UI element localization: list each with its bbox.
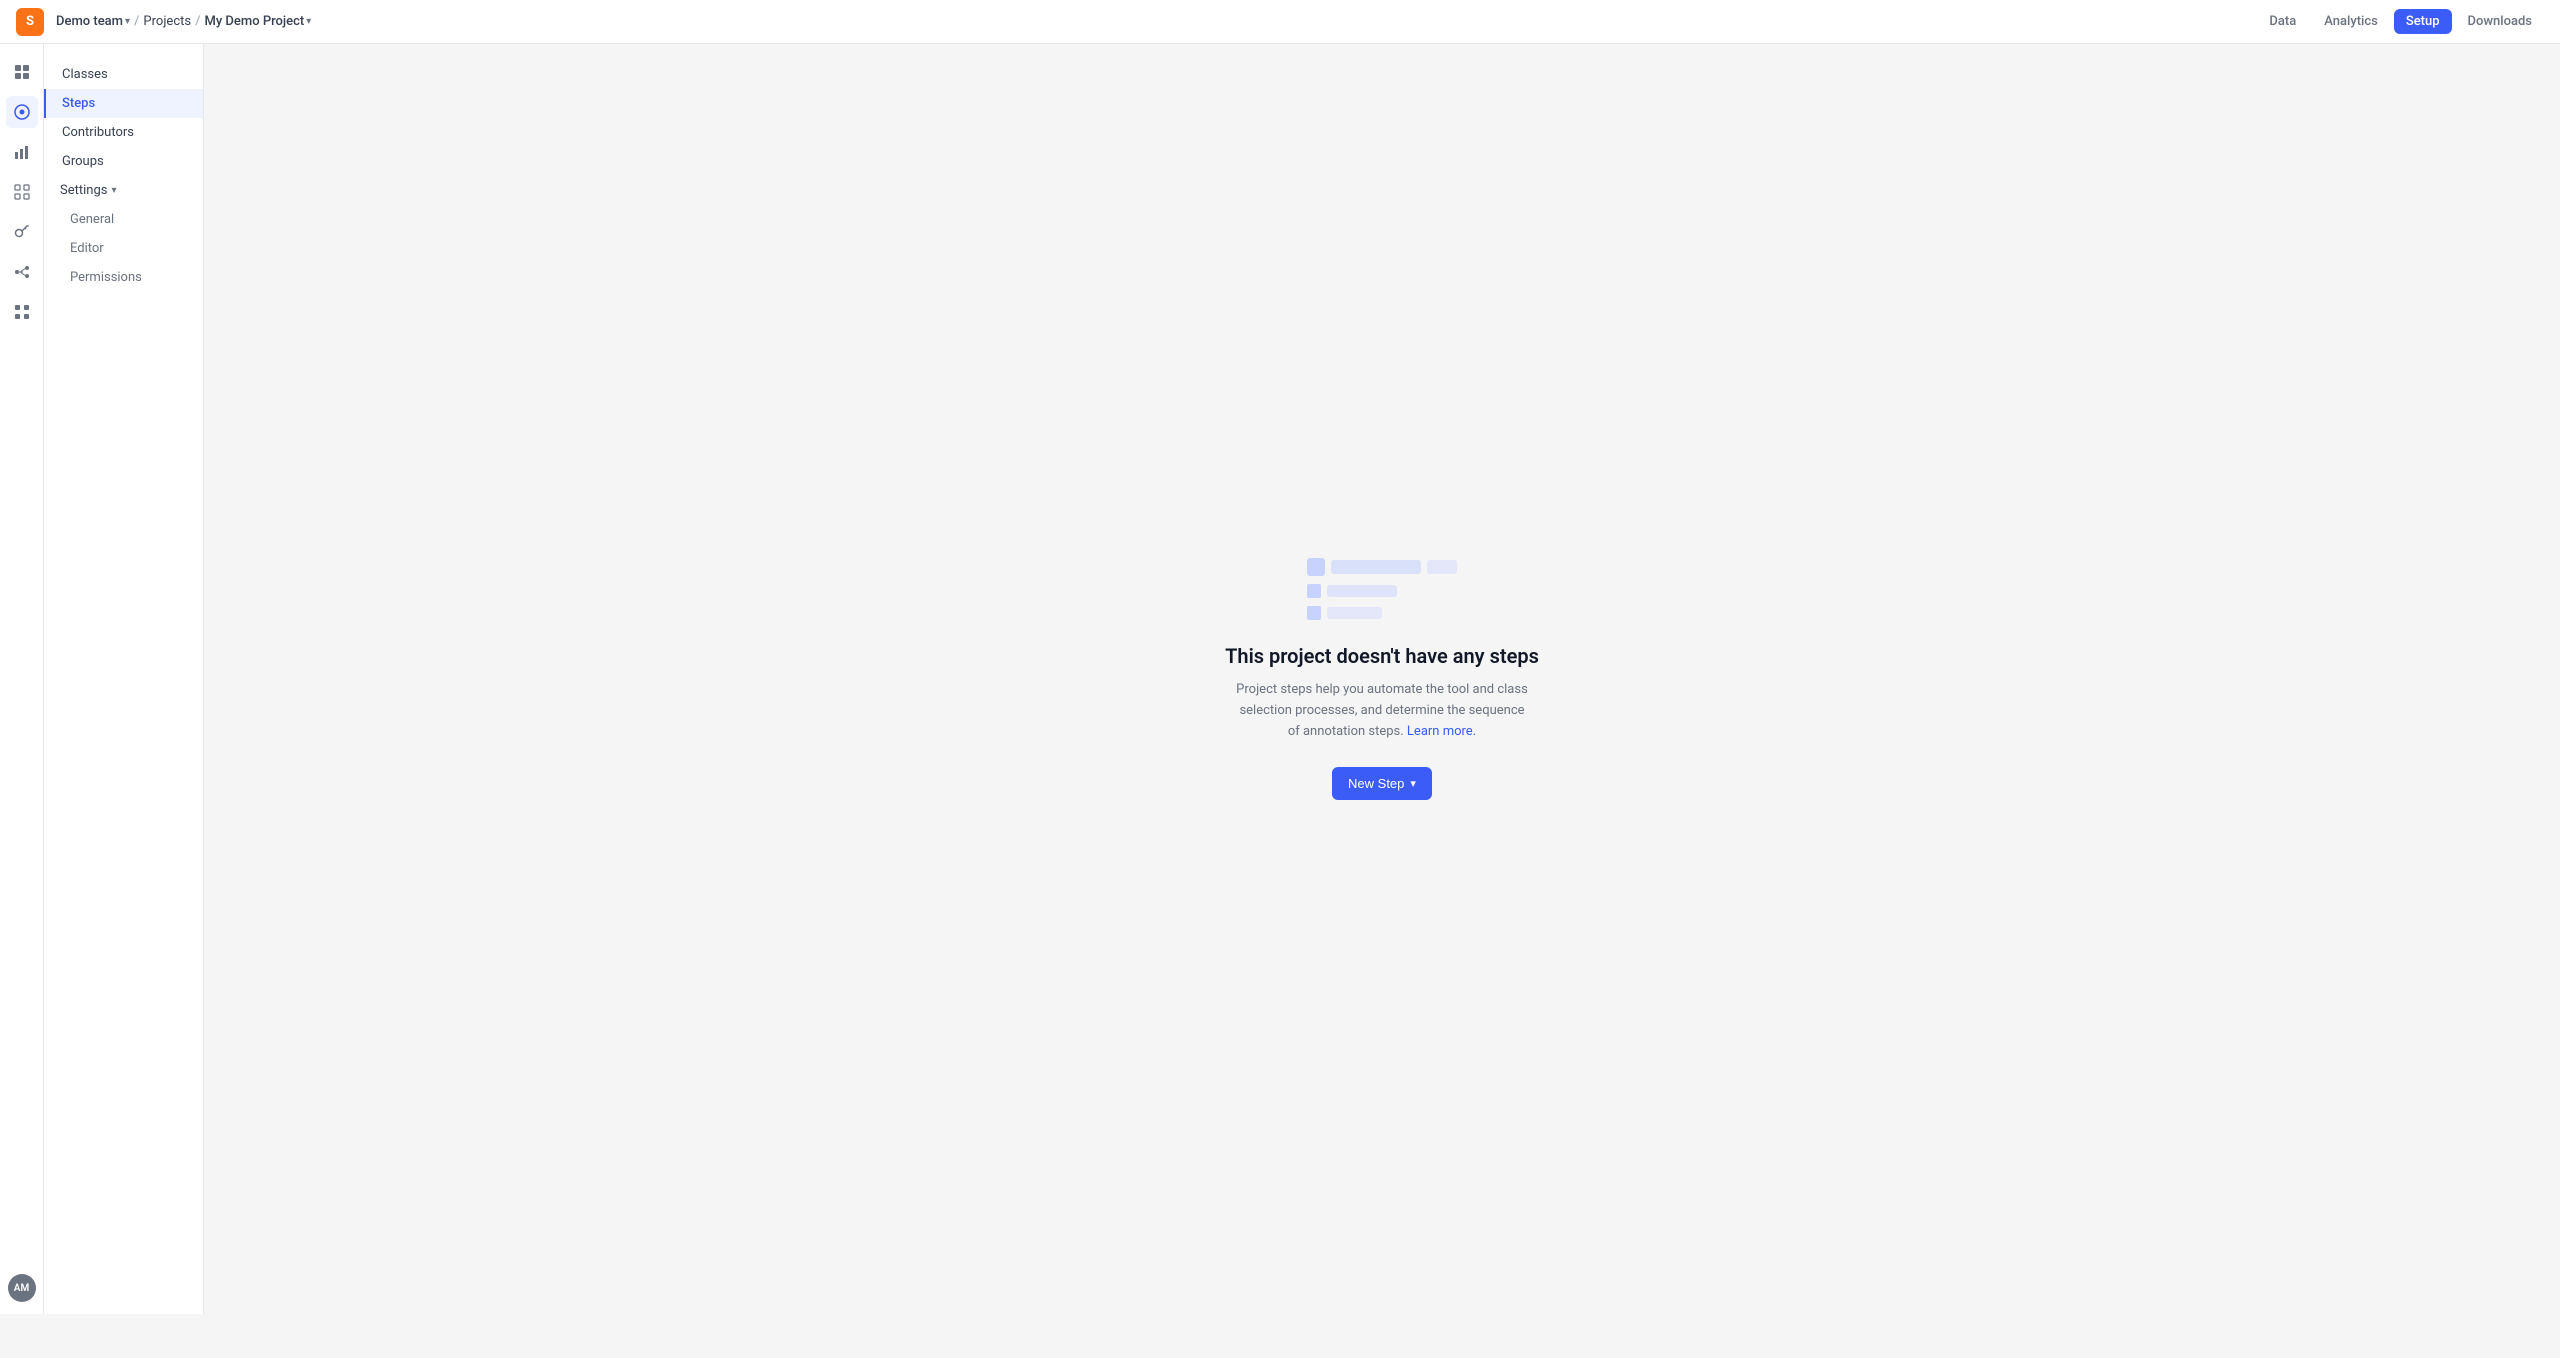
skeleton-row-1 xyxy=(1307,558,1457,576)
nav-tabs: Data Analytics Setup Downloads xyxy=(2257,9,2544,34)
skeleton-box-1 xyxy=(1307,558,1325,576)
skeleton-line-3 xyxy=(1327,585,1397,597)
breadcrumb-projects[interactable]: Projects xyxy=(143,14,191,29)
skeleton-line-4 xyxy=(1327,607,1382,619)
learn-more-link[interactable]: Learn more. xyxy=(1407,724,1476,739)
sidebar-icon-grid[interactable] xyxy=(6,176,38,208)
nav-permissions[interactable]: Permissions xyxy=(44,263,203,292)
sidebar-icon-key[interactable] xyxy=(6,216,38,248)
nav-steps[interactable]: Steps xyxy=(44,89,203,118)
nav-contributors[interactable]: Contributors xyxy=(44,118,203,147)
nav-classes[interactable]: Classes xyxy=(44,60,203,89)
new-step-button[interactable]: New Step ▾ xyxy=(1332,767,1432,800)
nav-groups[interactable]: Groups xyxy=(44,147,203,176)
sidebar-icon-analytics[interactable] xyxy=(6,136,38,168)
nav-settings[interactable]: Settings ▾ xyxy=(44,176,203,205)
breadcrumb-sep-1: / xyxy=(134,14,139,29)
project-chevron-icon: ▾ xyxy=(306,16,311,27)
tab-setup[interactable]: Setup xyxy=(2394,9,2452,34)
skeleton-box-2 xyxy=(1307,584,1321,598)
skeleton-row-2 xyxy=(1307,584,1397,598)
skeleton-line-1 xyxy=(1331,560,1421,574)
skeleton-illustration xyxy=(1307,558,1457,620)
nav-general[interactable]: General xyxy=(44,205,203,234)
empty-description: Project steps help you automate the tool… xyxy=(1232,680,1532,742)
secondary-sidebar: Classes Steps Contributors Groups Settin… xyxy=(44,44,204,1314)
nav-editor[interactable]: Editor xyxy=(44,234,203,263)
icon-sidebar: AM xyxy=(0,44,44,1314)
new-step-chevron-icon: ▾ xyxy=(1410,777,1416,790)
empty-state: This project doesn't have any steps Proj… xyxy=(1225,558,1539,799)
tab-data[interactable]: Data xyxy=(2257,9,2308,34)
breadcrumb-project[interactable]: My Demo Project ▾ xyxy=(204,14,311,29)
breadcrumb-sep-2: / xyxy=(195,14,200,29)
team-chevron-icon: ▾ xyxy=(125,16,130,27)
app-logo[interactable]: S xyxy=(16,8,44,36)
sidebar-bottom: AM xyxy=(8,1274,36,1302)
tab-downloads[interactable]: Downloads xyxy=(2456,9,2544,34)
avatar[interactable]: AM xyxy=(8,1274,36,1302)
main-content: This project doesn't have any steps Proj… xyxy=(204,44,2560,1314)
breadcrumb-team[interactable]: Demo team ▾ xyxy=(56,14,130,29)
sidebar-icon-label[interactable] xyxy=(6,96,38,128)
skeleton-line-2 xyxy=(1427,560,1457,574)
settings-chevron-icon: ▾ xyxy=(111,185,116,196)
top-nav: S Demo team ▾ / Projects / My Demo Proje… xyxy=(0,0,2560,44)
breadcrumb: Demo team ▾ / Projects / My Demo Project… xyxy=(56,14,311,29)
empty-title: This project doesn't have any steps xyxy=(1225,644,1539,668)
tab-analytics[interactable]: Analytics xyxy=(2312,9,2390,34)
sidebar-icon-dashboard[interactable] xyxy=(6,56,38,88)
sidebar-icon-apps[interactable] xyxy=(6,296,38,328)
sidebar-icon-integrations[interactable] xyxy=(6,256,38,288)
skeleton-row-3 xyxy=(1307,606,1382,620)
skeleton-box-3 xyxy=(1307,606,1321,620)
